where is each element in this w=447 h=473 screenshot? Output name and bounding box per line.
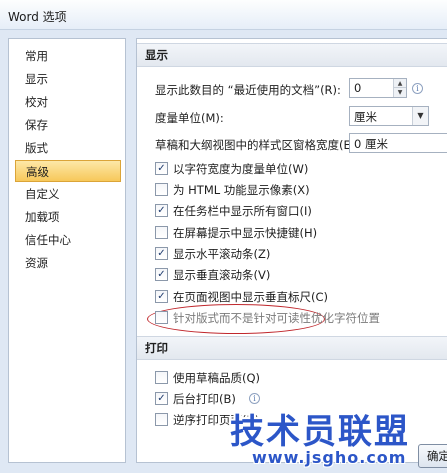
check-icon[interactable]: ✓: [155, 247, 168, 260]
check-icon[interactable]: ✓: [155, 290, 168, 303]
check-icon[interactable]: ✓: [155, 204, 168, 217]
sidebar-item-layout[interactable]: 版式: [15, 137, 121, 159]
spin-up-icon[interactable]: ▲: [394, 79, 406, 88]
spinner-buttons: ▲ ▼: [393, 79, 406, 97]
option-label: 在页面视图中显示垂直标尺(C): [173, 290, 329, 304]
sidebar-item-display[interactable]: 显示: [15, 68, 121, 90]
checkbox[interactable]: [155, 226, 168, 239]
dropdown-arrow-icon: ▼: [412, 107, 428, 125]
window-title: Word 选项: [8, 10, 67, 24]
option-label: 以字符宽度为度量单位(W): [173, 162, 309, 176]
option-label: 显示垂直滚动条(V): [173, 268, 271, 282]
style-width-label: 草稿和大纲视图中的样式区窗格宽度(E):: [155, 138, 360, 152]
sidebar-item-proofing[interactable]: 校对: [15, 91, 121, 113]
style-width-input[interactable]: 0 厘米: [349, 133, 447, 153]
ok-button[interactable]: 确定: [418, 444, 447, 468]
checkbox[interactable]: [155, 371, 168, 384]
sidebar-item-common[interactable]: 常用: [15, 45, 121, 67]
sidebar-item-advanced[interactable]: 高级: [15, 160, 121, 182]
sidebar-item-resources[interactable]: 资源: [15, 252, 121, 274]
info-icon: i: [249, 393, 260, 404]
checkbox[interactable]: [155, 413, 168, 426]
checkbox[interactable]: [155, 183, 168, 196]
units-label: 度量单位(M):: [155, 111, 224, 125]
units-value: 厘米: [354, 110, 377, 124]
title-bar: Word 选项: [0, 0, 447, 30]
check-icon[interactable]: ✓: [155, 392, 168, 405]
options-panel: 显示 显示此数目的 “最近使用的文档”(R): 0 ▲ ▼ i 度量单位(M):…: [136, 38, 447, 463]
recent-docs-label: 显示此数目的 “最近使用的文档”(R):: [155, 83, 341, 97]
checkbox[interactable]: [155, 311, 168, 324]
option-label: 针对版式而不是针对可读性优化字符位置: [173, 311, 380, 325]
watermark-brand: 技术员联盟: [230, 412, 410, 452]
info-icon: i: [412, 83, 423, 94]
option-label: 在任务栏中显示所有窗口(I): [173, 204, 312, 218]
check-icon[interactable]: ✓: [155, 268, 168, 281]
sidebar-item-save[interactable]: 保存: [15, 114, 121, 136]
spin-down-icon[interactable]: ▼: [394, 88, 406, 97]
display-section-header: 显示: [137, 43, 447, 67]
sidebar-item-addins[interactable]: 加载项: [15, 206, 121, 228]
sidebar: 常用 显示 校对 保存 版式 高级 自定义 加载项 信任中心 资源: [8, 38, 126, 463]
option-label: 为 HTML 功能显示像素(X): [173, 183, 310, 197]
sidebar-item-customize[interactable]: 自定义: [15, 183, 121, 205]
sidebar-item-trust-center[interactable]: 信任中心: [15, 229, 121, 251]
option-label: 显示水平滚动条(Z): [173, 247, 271, 261]
recent-docs-spinner[interactable]: 0 ▲ ▼: [349, 78, 407, 98]
style-width-value: 0 厘米: [354, 137, 388, 151]
print-section-header: 打印: [137, 336, 447, 360]
option-label: 使用草稿品质(Q): [173, 371, 261, 385]
watermark: 技术员联盟 www.jsgho.com: [214, 404, 444, 470]
watermark-url: www.jsgho.com: [252, 448, 407, 467]
recent-docs-value: 0: [354, 81, 362, 95]
option-label: 在屏幕提示中显示快捷键(H): [173, 226, 318, 240]
check-icon[interactable]: ✓: [155, 162, 168, 175]
units-dropdown[interactable]: 厘米 ▼: [349, 106, 429, 126]
